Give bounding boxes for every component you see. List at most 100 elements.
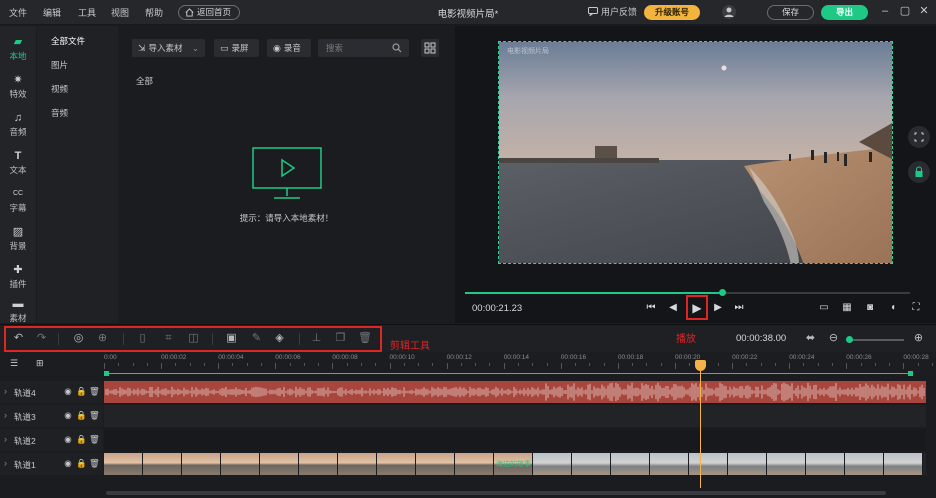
- snapshot-icon[interactable]: ◙: [863, 301, 877, 315]
- track-header-2[interactable]: › 轨道2 ◉ 🔒 🗑: [0, 429, 103, 451]
- chevron-right-icon[interactable]: ›: [4, 434, 7, 444]
- grid-view-button[interactable]: [421, 39, 439, 57]
- category-images[interactable]: 图片: [51, 59, 68, 71]
- fullscreen-icon[interactable]: ⛶: [909, 301, 923, 315]
- previous-frame-icon[interactable]: ◀: [666, 301, 680, 315]
- layers-icon[interactable]: ◈: [273, 332, 286, 345]
- category-audio[interactable]: 音频: [51, 107, 68, 119]
- copy-icon[interactable]: ❐: [334, 332, 347, 345]
- aspect-ratio-icon[interactable]: ▭: [817, 301, 831, 315]
- record-audio-button[interactable]: ◉ 录音: [267, 39, 311, 57]
- lock-icon[interactable]: 🔒: [76, 458, 87, 468]
- next-frame-icon[interactable]: ▶: [711, 301, 725, 315]
- skip-to-end-icon[interactable]: ⏭: [732, 301, 746, 315]
- track-lane-2[interactable]: [104, 429, 926, 451]
- fit-timeline-icon[interactable]: ⬌: [804, 332, 817, 345]
- eye-icon[interactable]: ◉: [63, 410, 73, 420]
- trash-icon[interactable]: 🗑: [89, 410, 100, 420]
- text-icon: T: [14, 150, 22, 162]
- pen-edit-icon[interactable]: ✎: [250, 332, 263, 345]
- volume-icon[interactable]: ◖: [886, 301, 900, 315]
- track-settings-icon[interactable]: ☰: [10, 358, 24, 368]
- trash-icon[interactable]: 🗑: [89, 434, 100, 444]
- export-button[interactable]: 导出: [821, 5, 868, 20]
- delete-icon[interactable]: 🗑: [358, 332, 372, 345]
- playback-progress-handle[interactable]: [719, 289, 726, 296]
- mirror-icon[interactable]: ◫: [187, 332, 200, 345]
- record-screen-button[interactable]: ▭ 录屏: [214, 39, 259, 57]
- add-track-icon[interactable]: ⊞: [36, 358, 48, 368]
- user-avatar[interactable]: [722, 5, 736, 19]
- save-button[interactable]: 保存: [767, 5, 814, 20]
- timeline-scrollbar[interactable]: [104, 488, 926, 498]
- video-preview[interactable]: 电影视频片局: [498, 41, 893, 264]
- eye-icon[interactable]: ◉: [63, 458, 73, 468]
- chevron-right-icon[interactable]: ›: [4, 386, 7, 396]
- grid-overlay-icon[interactable]: ▦: [840, 301, 854, 315]
- upgrade-account-button[interactable]: 升级账号: [644, 5, 700, 20]
- menu-help[interactable]: 帮助: [145, 6, 163, 19]
- work-area-end[interactable]: [908, 371, 913, 376]
- video-thumbnail: [416, 453, 455, 475]
- category-all-files[interactable]: 全部文件: [51, 35, 85, 47]
- minimize-icon[interactable]: –: [878, 4, 892, 18]
- undo-icon[interactable]: ↶: [12, 332, 25, 345]
- track-header-4[interactable]: › 轨道4 ◉ 🔒 🗑: [0, 381, 103, 403]
- camera-icon: ▭: [220, 42, 229, 53]
- maximize-icon[interactable]: ▢: [898, 4, 912, 18]
- rail-item-text[interactable]: T 文本: [0, 144, 36, 184]
- playback-progress-track[interactable]: [465, 292, 910, 294]
- zoom-out-icon[interactable]: ⊖: [827, 332, 840, 345]
- target-icon[interactable]: ⊕: [96, 332, 109, 345]
- fullscreen-fit-button[interactable]: [908, 126, 930, 148]
- timeline-zoom-slider[interactable]: [850, 339, 904, 341]
- eye-icon[interactable]: ◉: [63, 386, 73, 396]
- ruler-tick: [375, 363, 377, 366]
- playhead-handle[interactable]: [695, 360, 706, 371]
- home-button[interactable]: 返回首页: [178, 5, 240, 20]
- crop-icon[interactable]: ⌗: [162, 332, 175, 345]
- ruler-tick: [660, 363, 662, 366]
- redo-icon[interactable]: ↷: [35, 332, 48, 345]
- split-icon[interactable]: ▯: [136, 332, 149, 345]
- lock-icon[interactable]: 🔒: [76, 434, 87, 444]
- trash-icon[interactable]: 🗑: [89, 386, 100, 396]
- track-header-3[interactable]: › 轨道3 ◉ 🔒 🗑: [0, 405, 103, 427]
- trash-icon[interactable]: 🗑: [89, 458, 100, 468]
- mask-button[interactable]: [908, 161, 930, 183]
- track-lane-3[interactable]: [104, 405, 926, 427]
- zoom-in-icon[interactable]: ⊕: [912, 332, 925, 345]
- timeline-zoom-handle[interactable]: [846, 336, 853, 343]
- feedback-button[interactable]: 用户反馈: [588, 5, 637, 18]
- menu-file[interactable]: 文件: [9, 6, 27, 19]
- timeline-ruler[interactable]: ☰ ⊞ 0:00 00:00:02 00:00:04 00:00:06 00:00:08…: [0, 352, 936, 376]
- skip-to-start-icon[interactable]: ⏮: [644, 301, 658, 315]
- timeline-scrollbar-thumb[interactable]: [106, 491, 886, 495]
- rail-item-effects[interactable]: ✷ 特效: [0, 68, 36, 108]
- rail-item-audio[interactable]: ♫ 音频: [0, 106, 36, 146]
- rail-item-subtitles[interactable]: CC 字幕: [0, 182, 36, 222]
- rail-item-background[interactable]: ▨ 背景: [0, 220, 36, 260]
- menu-edit[interactable]: 编辑: [43, 6, 61, 19]
- image-edit-icon[interactable]: ▣: [225, 332, 238, 345]
- search-icon[interactable]: [392, 43, 402, 53]
- work-area-start[interactable]: [104, 371, 109, 376]
- stamp-icon[interactable]: ⊥: [310, 332, 323, 345]
- video-clip[interactable]: 海边的故事: [104, 453, 926, 475]
- rail-item-local[interactable]: ▰ 本地: [0, 30, 36, 70]
- chevron-down-icon: ⌄: [191, 42, 199, 53]
- category-videos[interactable]: 视频: [51, 83, 68, 95]
- lock-icon[interactable]: 🔒: [76, 386, 87, 396]
- chevron-right-icon[interactable]: ›: [4, 458, 7, 468]
- speed-icon[interactable]: ◎: [72, 332, 85, 345]
- close-icon[interactable]: ✕: [917, 4, 931, 18]
- eye-icon[interactable]: ◉: [63, 434, 73, 444]
- chevron-right-icon[interactable]: ›: [4, 410, 7, 420]
- import-media-button[interactable]: ⇲ 导入素材 ⌄: [132, 39, 205, 57]
- track-header-1[interactable]: › 轨道1 ◉ 🔒 🗑: [0, 453, 103, 475]
- plugin-icon: ✚: [13, 264, 23, 276]
- audio-clip[interactable]: [104, 381, 926, 403]
- menu-view[interactable]: 视图: [111, 6, 129, 19]
- lock-icon[interactable]: 🔒: [76, 410, 87, 420]
- menu-tools[interactable]: 工具: [78, 6, 96, 19]
